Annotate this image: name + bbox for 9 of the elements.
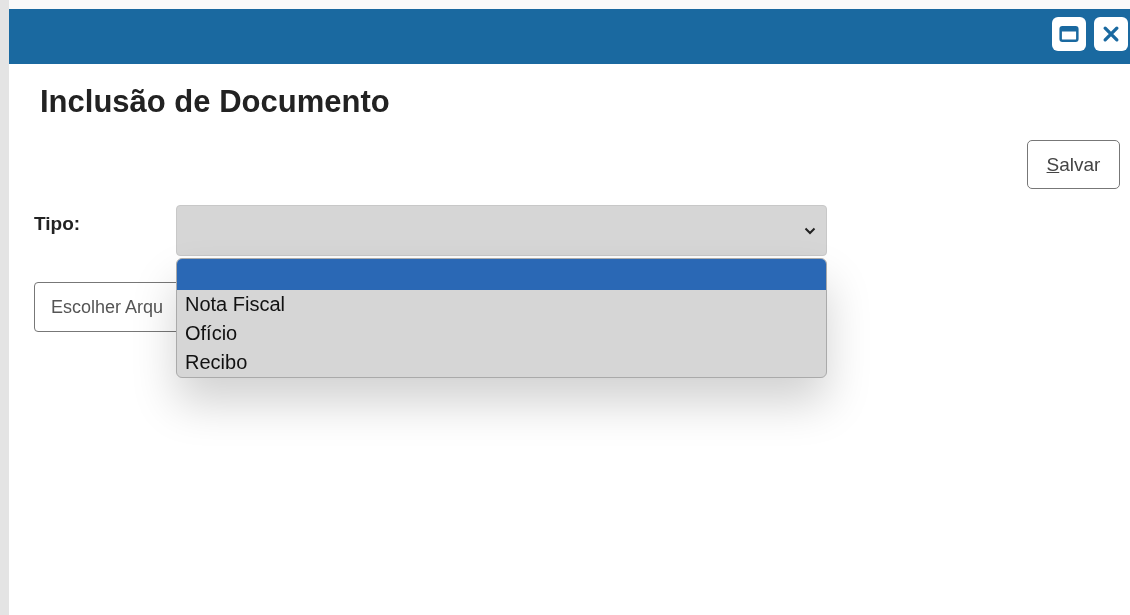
dialog-title: Inclusão de Documento — [40, 84, 391, 120]
close-button[interactable] — [1094, 17, 1128, 51]
dropdown-option[interactable]: Recibo — [177, 348, 826, 377]
maximize-icon — [1059, 24, 1079, 44]
chevron-down-icon — [804, 226, 816, 235]
close-icon — [1101, 24, 1121, 44]
maximize-button[interactable] — [1052, 17, 1086, 51]
field-label: Tipo: — [34, 213, 82, 235]
save-button[interactable]: Salvar — [1027, 140, 1120, 189]
